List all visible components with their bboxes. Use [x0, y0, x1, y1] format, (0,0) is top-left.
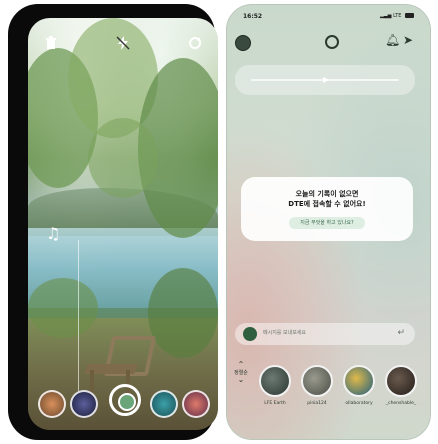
music-note-icon[interactable]: ♫: [46, 224, 60, 243]
tree-foliage: [88, 118, 158, 198]
message-placeholder[interactable]: 메시지를 보내보세요: [263, 329, 306, 336]
send-icon[interactable]: ➤: [403, 33, 413, 47]
message-input-bar[interactable]: 메시지를 보내보세요 ↵: [235, 323, 415, 345]
friend-item[interactable]: ollaboratory: [343, 365, 375, 406]
camera-phone-frame: ♫: [8, 4, 218, 440]
filter-sunset[interactable]: [182, 390, 210, 418]
side-guide-line: [78, 240, 79, 400]
friend-item[interactable]: _chenshable_: [385, 365, 417, 406]
media-player-card[interactable]: ▶: [235, 65, 415, 95]
sort-control[interactable]: ⌃ 정렬순 ⌄: [231, 361, 251, 384]
friend-name: LFE Earth: [264, 401, 286, 406]
filter-night[interactable]: [70, 390, 98, 418]
notice-line-2: DTE에 접속할 수 없어요!: [288, 200, 366, 208]
signal-icon: ▂▃▅: [379, 13, 392, 19]
friend-avatar[interactable]: [385, 365, 417, 397]
friend-item[interactable]: LFE Earth: [259, 365, 291, 406]
flash-off-icon[interactable]: [116, 36, 130, 53]
status-network: ▂▃▅ LTE: [380, 13, 414, 19]
tree-foliage: [28, 278, 98, 338]
battery-icon: [405, 13, 414, 18]
camera-viewfinder[interactable]: ♫: [28, 18, 218, 430]
bell-icon[interactable]: 🔔︎: [385, 33, 400, 47]
comment-avatar-icon: [243, 327, 257, 341]
filter-active: [118, 393, 136, 411]
friend-item[interactable]: pinia124: [301, 365, 333, 406]
friend-avatar[interactable]: [301, 365, 333, 397]
friend-name: pinia124: [307, 401, 327, 406]
shutter-button[interactable]: [109, 384, 141, 416]
send-reply-icon[interactable]: ↵: [397, 328, 405, 338]
chevron-up-icon[interactable]: ⌃: [231, 361, 251, 369]
feed-phone-frame: 16:52 ▂▃▅ LTE 🔔︎ ➤ ▶ 오늘의 기록이 없으면 DTE에 접속…: [226, 4, 431, 440]
record-now-button[interactable]: 지금 무엇을 하고 있나요?: [289, 217, 365, 229]
no-record-notice: 오늘의 기록이 없으면 DTE에 접속할 수 없어요! 지금 무엇을 하고 있나…: [241, 177, 413, 241]
switch-camera-icon[interactable]: [188, 36, 202, 53]
notice-line-1: 오늘의 기록이 없으면: [295, 190, 359, 198]
tree-foliage: [148, 268, 218, 358]
trash-icon[interactable]: [44, 36, 58, 53]
friend-avatar[interactable]: [259, 365, 291, 397]
filter-teal[interactable]: [150, 390, 178, 418]
filter-warm[interactable]: [38, 390, 66, 418]
friend-avatar[interactable]: [343, 365, 375, 397]
friend-name: ollaboratory: [345, 401, 373, 406]
chevron-down-icon[interactable]: ⌄: [231, 376, 251, 384]
my-avatar-icon[interactable]: [235, 35, 251, 51]
profile-ring-icon[interactable]: [325, 35, 339, 49]
friend-name: _chenshable_: [385, 401, 417, 406]
status-time: 16:52: [243, 13, 263, 20]
play-icon[interactable]: ▶: [323, 76, 329, 84]
filter-carousel[interactable]: [28, 384, 218, 424]
